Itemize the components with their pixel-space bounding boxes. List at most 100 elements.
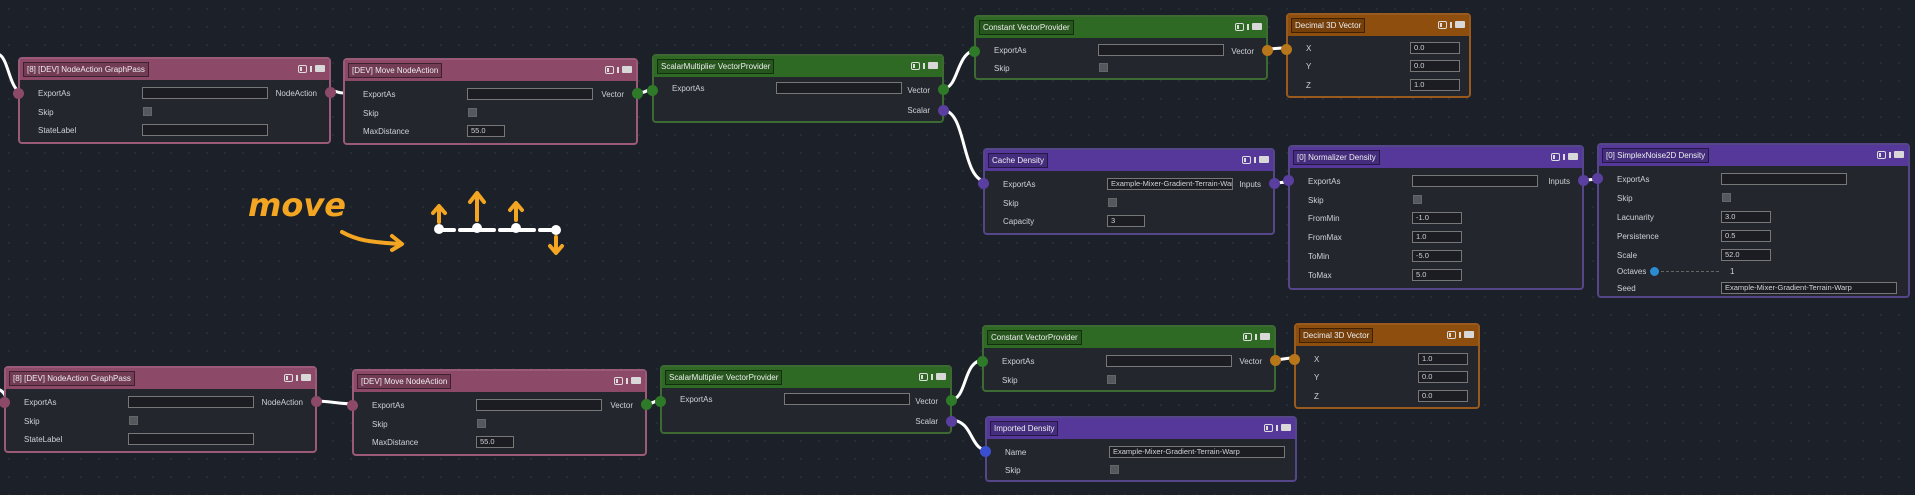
skip-checkbox[interactable] bbox=[143, 107, 152, 116]
node-header[interactable]: Constant VectorProvider bbox=[976, 17, 1266, 38]
node-decimal-3d-vector-top[interactable]: Decimal 3D Vector X 0.0 Y 0.0 Z 1.0 bbox=[1281, 13, 1471, 98]
skip-checkbox[interactable] bbox=[468, 108, 477, 117]
toggle-icon[interactable] bbox=[1551, 152, 1560, 161]
info-icon[interactable] bbox=[1255, 333, 1257, 340]
skip-checkbox[interactable] bbox=[129, 416, 138, 425]
input-port[interactable] bbox=[978, 178, 989, 189]
scalar-output-port[interactable] bbox=[946, 416, 957, 427]
info-icon[interactable] bbox=[296, 374, 298, 381]
node-header[interactable]: ScalarMultiplier VectorProvider bbox=[662, 367, 950, 388]
state-label-input[interactable] bbox=[128, 433, 254, 445]
toggle-icon[interactable] bbox=[1235, 22, 1244, 31]
info-icon[interactable] bbox=[1450, 21, 1452, 28]
comment-icon[interactable] bbox=[936, 373, 946, 381]
info-icon[interactable] bbox=[1889, 151, 1891, 158]
input-port[interactable] bbox=[1592, 173, 1603, 184]
output-port[interactable] bbox=[325, 87, 336, 98]
node-cache-density-top[interactable]: Cache Density ExportAs Example-Mixer-Grad… bbox=[978, 148, 1280, 235]
node-header[interactable]: [8] [DEV] NodeAction GraphPass bbox=[6, 368, 315, 389]
scale-input[interactable]: 52.0 bbox=[1721, 249, 1771, 261]
toggle-icon[interactable] bbox=[614, 376, 623, 385]
to-max-input[interactable]: 5.0 bbox=[1412, 269, 1462, 281]
node-graphpass-top[interactable]: [8] [DEV] NodeAction GraphPass ExportAs … bbox=[13, 57, 336, 144]
toggle-icon[interactable] bbox=[919, 372, 928, 381]
input-port[interactable] bbox=[347, 400, 358, 411]
toggle-icon[interactable] bbox=[298, 64, 307, 73]
info-icon[interactable] bbox=[1459, 331, 1461, 338]
max-distance-input[interactable]: 55.0 bbox=[467, 125, 505, 137]
info-icon[interactable] bbox=[617, 66, 619, 73]
info-icon[interactable] bbox=[310, 65, 312, 72]
y-input[interactable]: 0.0 bbox=[1418, 371, 1468, 383]
info-icon[interactable] bbox=[923, 62, 925, 69]
comment-icon[interactable] bbox=[1281, 424, 1291, 432]
max-distance-input[interactable]: 55.0 bbox=[476, 436, 514, 448]
comment-icon[interactable] bbox=[301, 374, 311, 382]
node-header[interactable]: ScalarMultiplier VectorProvider bbox=[654, 56, 942, 77]
export-as-input[interactable] bbox=[467, 88, 593, 100]
info-icon[interactable] bbox=[626, 377, 628, 384]
vector-output-port[interactable] bbox=[938, 84, 949, 95]
x-input[interactable]: 1.0 bbox=[1418, 353, 1468, 365]
info-icon[interactable] bbox=[1254, 156, 1256, 163]
toggle-icon[interactable] bbox=[605, 65, 614, 74]
node-constant-vector-top[interactable]: Constant VectorProvider ExportAs Skip Ve… bbox=[969, 15, 1273, 80]
output-port[interactable] bbox=[1262, 45, 1273, 56]
output-port[interactable] bbox=[1578, 175, 1589, 186]
toggle-icon[interactable] bbox=[1877, 150, 1886, 159]
input-port[interactable] bbox=[977, 356, 988, 367]
skip-checkbox[interactable] bbox=[477, 419, 486, 428]
node-normalizer-density-top[interactable]: [0] Normalizer Density ExportAs Skip Fro… bbox=[1283, 145, 1589, 290]
z-input[interactable]: 0.0 bbox=[1418, 390, 1468, 402]
comment-icon[interactable] bbox=[1260, 333, 1270, 341]
output-port[interactable] bbox=[641, 399, 652, 410]
input-port[interactable] bbox=[980, 446, 991, 457]
toggle-icon[interactable] bbox=[1447, 330, 1456, 339]
node-header[interactable]: Decimal 3D Vector bbox=[1288, 15, 1469, 36]
skip-checkbox[interactable] bbox=[1107, 375, 1116, 384]
node-simplex-noise-density-top[interactable]: [0] SimplexNoise2D Density ExportAs Skip… bbox=[1592, 143, 1910, 298]
export-as-input[interactable] bbox=[142, 87, 268, 99]
skip-checkbox[interactable] bbox=[1110, 465, 1119, 474]
node-header[interactable]: [0] Normalizer Density bbox=[1290, 147, 1582, 168]
toggle-icon[interactable] bbox=[284, 373, 293, 382]
node-scalar-multiplier-bottom[interactable]: ScalarMultiplier VectorProvider ExportAs… bbox=[655, 365, 957, 434]
from-max-input[interactable]: 1.0 bbox=[1412, 231, 1462, 243]
export-as-input[interactable] bbox=[1106, 355, 1232, 367]
skip-checkbox[interactable] bbox=[1099, 63, 1108, 72]
output-port[interactable] bbox=[311, 396, 322, 407]
node-header[interactable]: [8] [DEV] NodeAction GraphPass bbox=[20, 59, 329, 80]
y-input[interactable]: 0.0 bbox=[1410, 60, 1460, 72]
info-icon[interactable] bbox=[1563, 153, 1565, 160]
comment-icon[interactable] bbox=[1455, 21, 1465, 29]
comment-icon[interactable] bbox=[315, 65, 325, 73]
node-header[interactable]: Constant VectorProvider bbox=[984, 327, 1274, 348]
export-as-input[interactable] bbox=[476, 399, 602, 411]
node-header[interactable]: [0] SimplexNoise2D Density bbox=[1599, 145, 1908, 166]
node-header[interactable]: Imported Density bbox=[987, 418, 1295, 439]
input-port[interactable] bbox=[1289, 354, 1300, 365]
comment-icon[interactable] bbox=[1464, 331, 1474, 339]
comment-icon[interactable] bbox=[622, 66, 632, 74]
comment-icon[interactable] bbox=[928, 62, 938, 70]
node-imported-density-bottom[interactable]: Imported Density Name Example-Mixer-Gradi… bbox=[980, 416, 1297, 482]
comment-icon[interactable] bbox=[1252, 23, 1262, 31]
comment-icon[interactable] bbox=[1259, 156, 1269, 164]
seed-input[interactable]: Example-Mixer-Gradient-Terrain-Warp bbox=[1721, 282, 1897, 294]
export-as-input[interactable] bbox=[784, 393, 910, 405]
skip-checkbox[interactable] bbox=[1413, 195, 1422, 204]
state-label-input[interactable] bbox=[142, 124, 268, 136]
output-port[interactable] bbox=[1270, 355, 1281, 366]
node-decimal-3d-vector-bottom[interactable]: Decimal 3D Vector X 1.0 Y 0.0 Z 0.0 bbox=[1289, 323, 1480, 409]
export-as-input[interactable] bbox=[1098, 44, 1224, 56]
export-as-input[interactable] bbox=[128, 396, 254, 408]
toggle-icon[interactable] bbox=[1438, 20, 1447, 29]
node-graphpass-bottom[interactable]: [8] [DEV] NodeAction GraphPass ExportAs … bbox=[0, 366, 322, 453]
node-header[interactable]: Cache Density bbox=[985, 150, 1273, 171]
output-port[interactable] bbox=[632, 88, 643, 99]
input-port[interactable] bbox=[1281, 44, 1292, 55]
toggle-icon[interactable] bbox=[1242, 155, 1251, 164]
toggle-icon[interactable] bbox=[1264, 423, 1273, 432]
skip-checkbox[interactable] bbox=[1722, 193, 1731, 202]
skip-checkbox[interactable] bbox=[1108, 198, 1117, 207]
